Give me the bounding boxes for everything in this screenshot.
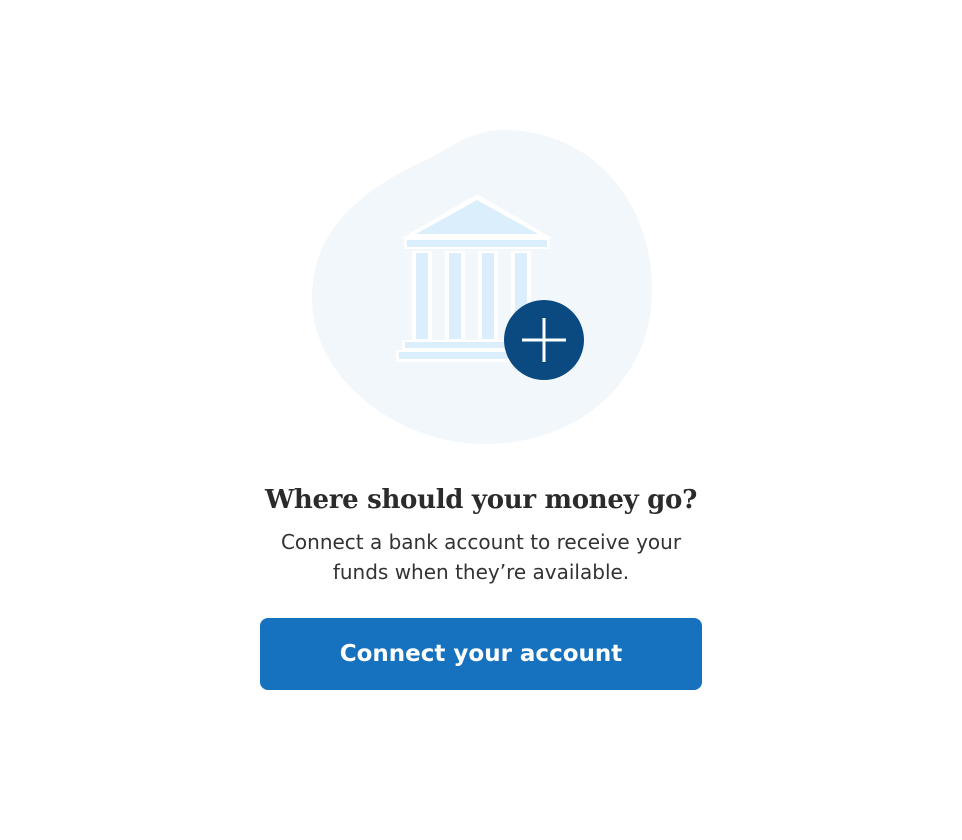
connect-account-button[interactable]: Connect your account [260, 618, 702, 690]
bank-illustration [300, 120, 662, 450]
plus-icon [504, 300, 584, 380]
connect-bank-page: Where should your money go? Connect a ba… [0, 0, 962, 840]
bank-illustration-graphic [312, 129, 652, 445]
page-title: Where should your money go? [264, 485, 698, 515]
page-subtitle: Connect a bank account to receive your f… [280, 530, 682, 584]
